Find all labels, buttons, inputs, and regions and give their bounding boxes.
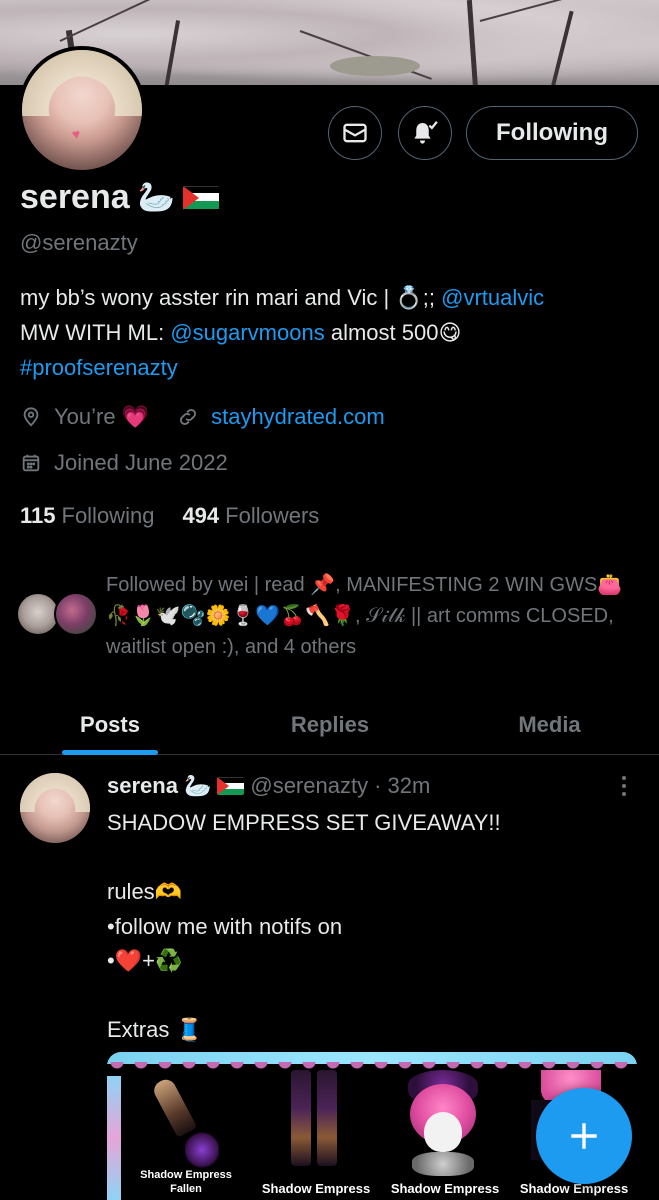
envelope-icon [343, 123, 367, 143]
followers-count: 494 [182, 503, 220, 528]
profile-website-link[interactable]: stayhydrated.com [211, 404, 385, 430]
media-item-2[interactable]: Shadow Empress [253, 1070, 379, 1200]
profile-tabs: Posts Replies Media [0, 695, 659, 755]
display-name-text: serena [20, 178, 130, 216]
plus-icon [571, 1123, 597, 1149]
bio-line2-tail: almost 500😋 [324, 320, 462, 345]
media-item-1[interactable]: Shadow Empress Fallen [123, 1070, 249, 1200]
followers-label: Followers [225, 503, 320, 528]
palestine-flag-icon [183, 185, 219, 210]
bio-hashtag[interactable]: #proofserenazty [20, 355, 178, 380]
followed-by-text[interactable]: Followed by wei | read 📌, MANIFESTING 2 … [106, 570, 641, 663]
bio-mention-sugarvmoons[interactable]: @sugarvmoons [170, 320, 324, 345]
joined-date: Joined June 2022 [54, 450, 228, 475]
profile-stats: 115 Following 494 Followers [20, 503, 319, 529]
media-item-3[interactable]: Shadow Empress [382, 1070, 508, 1200]
media-item-2-label: Shadow Empress [261, 1181, 371, 1196]
following-label: Following [61, 503, 155, 528]
post-header: serena 🦢 @serenazty · 32m [107, 773, 430, 799]
profile-handle: @serenazty [20, 230, 138, 255]
post-author-avatar[interactable] [20, 773, 90, 843]
bell-check-icon [414, 121, 438, 144]
notifications-button[interactable] [398, 106, 452, 160]
profile-joined: Joined June 2022 [20, 450, 228, 476]
post-author-handle[interactable]: @serenazty [250, 773, 368, 799]
location-pin-icon [23, 407, 39, 427]
following-button[interactable]: Following [466, 106, 638, 160]
followers-count-link[interactable]: 494 Followers [182, 503, 319, 529]
tab-media[interactable]: Media [440, 695, 659, 755]
bio-line2-text: MW WITH ML: [20, 320, 171, 345]
message-button[interactable] [328, 106, 382, 160]
post-swan-emoji: 🦢 [183, 773, 212, 799]
profile-location: You’re 💗 [54, 404, 150, 429]
post-text: SHADOW EMPRESS SET GIVEAWAY!! rules🫶 •fo… [107, 810, 501, 1042]
bio-mention-vrtualvic[interactable]: @vrtualvic [441, 285, 544, 310]
tab-replies[interactable]: Replies [220, 695, 440, 755]
post-timestamp[interactable]: · 32m [374, 773, 430, 799]
link-icon [180, 409, 197, 425]
calendar-icon [22, 454, 40, 472]
profile-location-website: You’re 💗 stayhydrated.com [20, 404, 385, 430]
tab-posts[interactable]: Posts [0, 695, 220, 755]
post-palestine-flag-icon [217, 777, 245, 795]
profile-avatar[interactable]: ♥ [18, 46, 146, 174]
following-count: 115 [20, 503, 56, 528]
media-item-1-label: Shadow Empress Fallen [140, 1169, 232, 1195]
compose-button[interactable] [536, 1088, 632, 1184]
post-author-name[interactable]: serena [107, 773, 178, 799]
media-item-4-label: Shadow Empress [519, 1181, 629, 1196]
media-item-3-label: Shadow Empress [390, 1181, 500, 1196]
followed-by-avatars[interactable] [16, 592, 102, 636]
display-name: serena 🦢 [20, 178, 219, 217]
profile-bio: my bb’s wony asster rin mari and Vic | 💍… [20, 280, 640, 385]
active-tab-indicator [62, 750, 158, 755]
following-count-link[interactable]: 115 Following [20, 503, 154, 529]
bio-line1-text: my bb’s wony asster rin mari and Vic | [20, 285, 396, 310]
bio-line1-emoji: 💍;; [395, 285, 442, 310]
post-more-icon[interactable] [614, 776, 634, 800]
swan-emoji: 🦢 [137, 180, 175, 215]
